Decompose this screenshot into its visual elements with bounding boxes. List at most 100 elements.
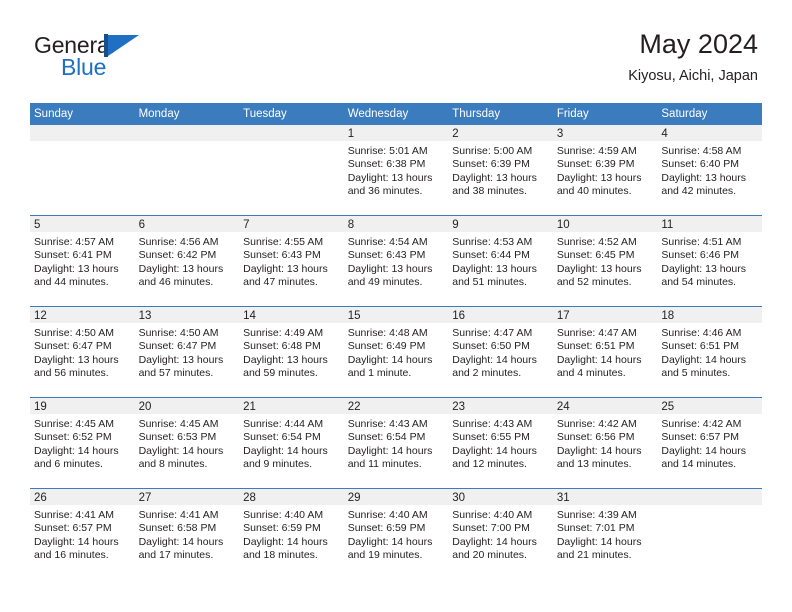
sunrise-text: Sunrise: 4:45 AM [138,418,219,430]
calendar-day-cell[interactable]: 17 Sunrise: 4:47 AM Sunset: 6:51 PM Dayligh… [552,306,658,398]
daylight-text-line2: and 38 minutes. [452,185,527,198]
calendar-day-cell[interactable]: 6 Sunrise: 4:56 AM Sunset: 6:42 PM Daylight… [134,215,240,307]
calendar-week-row: 1 Sunrise: 5:01 AM Sunset: 6:38 PM Daylight… [30,125,762,216]
daylight-text-line1: Daylight: 14 hours [243,535,328,548]
day-number: 21 [239,398,344,414]
calendar-day-cell[interactable]: 7 Sunrise: 4:55 AM Sunset: 6:43 PM Daylight… [239,215,344,307]
daylight-text-line2: and 59 minutes. [243,367,318,380]
daylight-text-line2: and 6 minutes. [34,458,103,471]
daylight-text-line2: and 5 minutes. [661,367,731,380]
day-number: 8 [343,216,449,232]
calendar-day-cell[interactable]: 24 Sunrise: 4:42 AM Sunset: 6:56 PM Dayligh… [552,397,658,489]
day-details: Sunrise: 4:45 AM Sunset: 6:52 PM Daylight:… [30,414,135,472]
day-number [239,125,344,141]
calendar-day-cell[interactable]: 28 Sunrise: 4:40 AM Sunset: 6:59 PM Dayligh… [239,488,344,579]
sunrise-text: Sunrise: 4:43 AM [452,418,533,430]
sunset-text: Sunset: 6:54 PM [243,431,321,444]
daylight-text-line1: Daylight: 14 hours [452,535,537,548]
daylight-text-line1: Daylight: 14 hours [347,444,433,457]
page-subtitle: Kiyosu, Aichi, Japan [628,68,758,84]
day-number: 22 [343,398,449,414]
calendar-day-cell[interactable]: 1 Sunrise: 5:01 AM Sunset: 6:38 PM Daylight… [343,125,449,216]
sunset-text: Sunset: 6:42 PM [138,249,217,262]
daylight-text-line2: and 51 minutes. [452,276,527,289]
daylight-text-line1: Daylight: 14 hours [661,444,747,457]
sunset-text: Sunset: 6:39 PM [452,158,530,171]
day-number: 25 [657,398,762,414]
calendar-day-cell[interactable]: 3 Sunrise: 4:59 AM Sunset: 6:39 PM Daylight… [552,125,658,216]
calendar-week-row: 26 Sunrise: 4:41 AM Sunset: 6:57 PM Dayligh… [30,488,762,579]
daylight-text-line2: and 46 minutes. [138,276,214,289]
calendar-day-cell[interactable]: 14 Sunrise: 4:49 AM Sunset: 6:48 PM Dayligh… [239,306,344,398]
calendar-day-cell[interactable]: 2 Sunrise: 5:00 AM Sunset: 6:39 PM Daylight… [448,125,553,216]
day-number: 13 [134,307,240,323]
daylight-text-line1: Daylight: 13 hours [661,262,747,275]
day-number: 12 [30,307,135,323]
page-title: May 2024 [639,29,758,59]
calendar-day-cell[interactable]: 31 Sunrise: 4:39 AM Sunset: 7:01 PM Dayligh… [552,488,658,579]
day-details: Sunrise: 4:49 AM Sunset: 6:48 PM Daylight:… [239,323,344,381]
calendar-day-cell[interactable]: 13 Sunrise: 4:50 AM Sunset: 6:47 PM Dayligh… [134,306,240,398]
sunrise-text: Sunrise: 5:00 AM [452,145,533,157]
sunrise-text: Sunrise: 5:01 AM [347,145,428,157]
daylight-text-line2: and 36 minutes. [347,185,423,198]
calendar-day-cell[interactable]: 16 Sunrise: 4:47 AM Sunset: 6:50 PM Dayligh… [448,306,553,398]
calendar-day-cell[interactable]: 20 Sunrise: 4:45 AM Sunset: 6:53 PM Dayligh… [134,397,240,489]
day-number: 6 [134,216,240,232]
calendar-day-cell[interactable]: 19 Sunrise: 4:45 AM Sunset: 6:52 PM Dayligh… [30,397,135,489]
sunset-text: Sunset: 6:43 PM [347,249,426,262]
day-number: 7 [239,216,344,232]
calendar-day-cell[interactable]: 11 Sunrise: 4:51 AM Sunset: 6:46 PM Dayligh… [657,215,762,307]
daylight-text-line2: and 20 minutes. [452,549,527,562]
calendar-day-cell[interactable]: 23 Sunrise: 4:43 AM Sunset: 6:55 PM Dayligh… [448,397,553,489]
day-number: 26 [30,489,135,505]
day-number: 18 [657,307,762,323]
daylight-text-line2: and 1 minute. [347,367,412,380]
day-details: Sunrise: 4:47 AM Sunset: 6:50 PM Daylight:… [448,323,553,381]
day-number: 14 [239,307,344,323]
calendar-day-cell[interactable]: 27 Sunrise: 4:41 AM Sunset: 6:58 PM Dayligh… [134,488,240,579]
calendar-day-cell[interactable]: 26 Sunrise: 4:41 AM Sunset: 6:57 PM Dayligh… [30,488,135,579]
calendar-day-cell[interactable]: 21 Sunrise: 4:44 AM Sunset: 6:54 PM Dayligh… [239,397,344,489]
calendar-day-cell[interactable]: 22 Sunrise: 4:43 AM Sunset: 6:54 PM Dayligh… [343,397,449,489]
sunset-text: Sunset: 6:56 PM [556,431,635,444]
daylight-text-line2: and 56 minutes. [34,367,109,380]
daylight-text-line2: and 8 minutes. [138,458,208,471]
calendar-day-cell[interactable]: 10 Sunrise: 4:52 AM Sunset: 6:45 PM Dayligh… [552,215,658,307]
weekday-header-monday: Monday [134,103,240,125]
sunset-text: Sunset: 6:40 PM [661,158,740,171]
calendar-day-cell[interactable]: 25 Sunrise: 4:42 AM Sunset: 6:57 PM Dayligh… [657,397,762,489]
calendar-day-cell[interactable]: 5 Sunrise: 4:57 AM Sunset: 6:41 PM Daylight… [30,215,135,307]
daylight-text-line2: and 9 minutes. [243,458,313,471]
sunset-text: Sunset: 6:51 PM [556,340,635,353]
sunrise-text: Sunrise: 4:43 AM [347,418,428,430]
sunrise-text: Sunrise: 4:40 AM [452,509,533,521]
day-details: Sunrise: 4:39 AM Sunset: 7:01 PM Daylight:… [553,505,658,563]
daylight-text-line1: Daylight: 14 hours [138,444,224,457]
day-details: Sunrise: 4:50 AM Sunset: 6:47 PM Daylight:… [135,323,240,381]
day-details: Sunrise: 4:47 AM Sunset: 6:51 PM Daylight:… [553,323,658,381]
sunset-text: Sunset: 6:59 PM [347,522,426,535]
day-number: 30 [448,489,553,505]
calendar-day-cell[interactable]: 8 Sunrise: 4:54 AM Sunset: 6:43 PM Daylight… [343,215,449,307]
calendar-day-cell[interactable]: 18 Sunrise: 4:46 AM Sunset: 6:51 PM Dayligh… [657,306,762,398]
calendar-day-cell[interactable]: 30 Sunrise: 4:40 AM Sunset: 7:00 PM Dayligh… [448,488,553,579]
calendar-day-cell[interactable]: 29 Sunrise: 4:40 AM Sunset: 6:59 PM Dayligh… [343,488,449,579]
sunset-text: Sunset: 6:48 PM [243,340,321,353]
daylight-text-line1: Daylight: 14 hours [34,535,119,548]
calendar-day-cell[interactable]: 9 Sunrise: 4:53 AM Sunset: 6:44 PM Daylight… [448,215,553,307]
daylight-text-line1: Daylight: 13 hours [34,262,119,275]
day-details: Sunrise: 4:56 AM Sunset: 6:42 PM Daylight:… [135,232,240,290]
calendar-day-cell[interactable]: 4 Sunrise: 4:58 AM Sunset: 6:40 PM Daylight… [657,125,762,216]
daylight-text-line1: Daylight: 14 hours [243,444,328,457]
calendar-day-cell[interactable]: 12 Sunrise: 4:50 AM Sunset: 6:47 PM Dayligh… [30,306,135,398]
day-number: 29 [343,489,449,505]
page-header: General Blue May 2024 Kiyosu, Aichi, Jap… [34,28,758,96]
sunrise-text: Sunrise: 4:47 AM [556,327,637,339]
calendar-day-cell[interactable]: 15 Sunrise: 4:48 AM Sunset: 6:49 PM Dayligh… [343,306,449,398]
daylight-text-line1: Daylight: 13 hours [452,171,537,184]
day-details: Sunrise: 4:57 AM Sunset: 6:41 PM Daylight:… [30,232,135,290]
sunset-text: Sunset: 6:52 PM [34,431,112,444]
daylight-text-line1: Daylight: 14 hours [452,353,537,366]
sunset-text: Sunset: 6:39 PM [556,158,635,171]
